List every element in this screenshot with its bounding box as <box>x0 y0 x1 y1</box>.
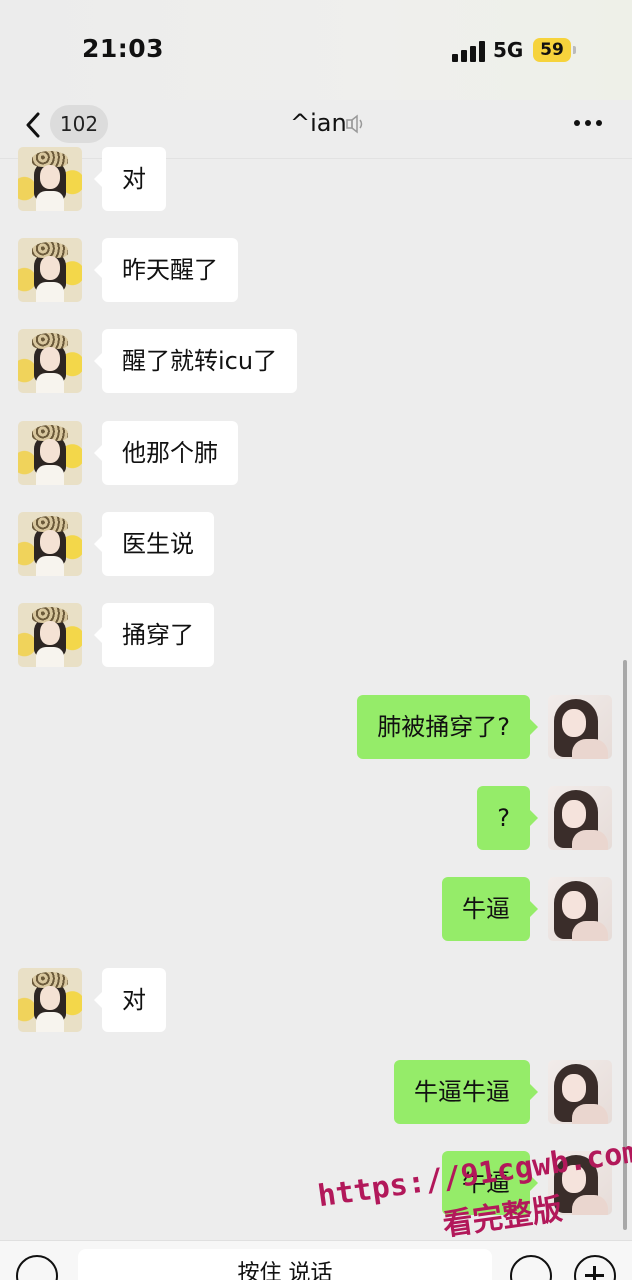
contact-avatar[interactable] <box>18 238 82 302</box>
message-row: 醒了就转icu了 <box>0 329 632 395</box>
message-bubble[interactable]: 他那个肺 <box>94 421 238 485</box>
message-bubble[interactable]: 肺被捅穿了? <box>357 695 538 759</box>
signal-icon <box>452 40 488 62</box>
message-row: 昨天醒了 <box>0 238 632 304</box>
status-bar: 21:03 5G 59 <box>0 0 632 100</box>
contact-avatar[interactable] <box>18 421 82 485</box>
voice-keyboard-icon[interactable] <box>16 1255 58 1280</box>
battery-tip <box>573 46 576 54</box>
message-row: 捅穿了 <box>0 603 632 669</box>
contact-avatar[interactable] <box>18 329 82 393</box>
chevron-left-icon[interactable] <box>22 110 46 140</box>
message-bubble[interactable]: 牛逼 <box>442 877 538 941</box>
hold-to-talk-button[interactable]: 按住 说话 <box>78 1249 492 1280</box>
emoji-icon[interactable] <box>510 1255 552 1280</box>
contact-avatar[interactable] <box>18 512 82 576</box>
my-avatar[interactable] <box>548 695 612 759</box>
message-bubble[interactable]: 医生说 <box>94 512 214 576</box>
input-bar: 按住 说话 <box>0 1240 632 1280</box>
more-dots-icon[interactable] <box>570 118 606 128</box>
message-row: 对 <box>0 147 632 213</box>
my-avatar[interactable] <box>548 786 612 850</box>
message-row: ? <box>0 786 632 852</box>
message-row: 他那个肺 <box>0 421 632 487</box>
message-bubble[interactable]: 醒了就转icu了 <box>93 329 298 393</box>
message-bubble[interactable]: 捅穿了 <box>94 603 214 667</box>
contact-avatar[interactable] <box>18 968 82 1032</box>
message-bubble[interactable]: 对 <box>94 968 166 1032</box>
message-row: 医生说 <box>0 512 632 578</box>
message-bubble[interactable]: 对 <box>94 147 166 211</box>
message-row: 牛逼 <box>0 877 632 943</box>
chat-title[interactable]: ^ian <box>290 106 347 140</box>
message-row: 对 <box>0 968 632 1034</box>
contact-avatar[interactable] <box>18 603 82 667</box>
plus-icon[interactable] <box>574 1255 616 1280</box>
network-label: 5G <box>493 38 524 62</box>
message-bubble[interactable]: 昨天醒了 <box>94 238 238 302</box>
message-bubble[interactable]: ? <box>477 786 538 850</box>
my-avatar[interactable] <box>548 877 612 941</box>
status-time: 21:03 <box>82 34 165 63</box>
contact-avatar[interactable] <box>18 147 82 211</box>
chat-screen: 21:03 5G 59 102 ^ian 对 昨天醒了 醒了就转icu了 他那个… <box>0 0 632 1280</box>
battery-level: 59 <box>533 38 571 62</box>
unread-count-badge[interactable]: 102 <box>50 105 108 143</box>
message-row: 肺被捅穿了? <box>0 695 632 761</box>
muted-sound-icon <box>345 114 367 134</box>
